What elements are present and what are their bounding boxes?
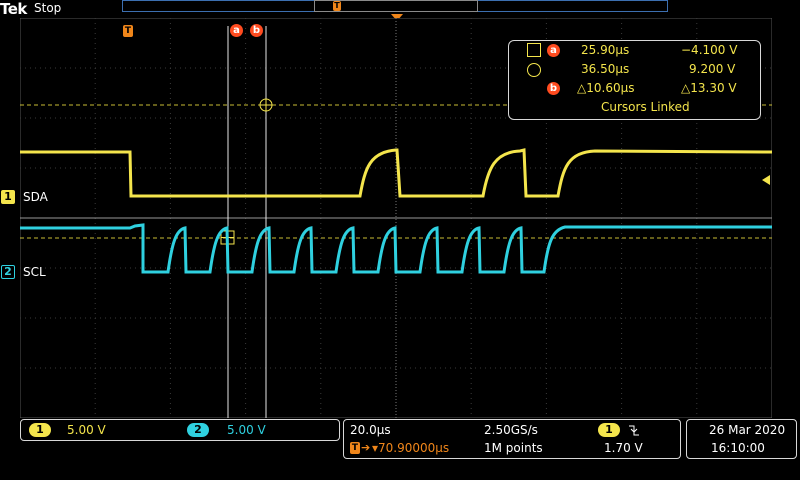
trigger-position-icon: T	[350, 442, 360, 454]
trigger-source-tag[interactable]: 1	[598, 423, 620, 437]
date: 26 Mar 2020	[709, 423, 786, 437]
falling-edge-icon	[629, 425, 639, 436]
timebase-trigger-panel: 20.0µs 2.50GS/s T ➔ ▾70.90000µs 1M point…	[343, 419, 681, 459]
circle-cursor-icon	[527, 63, 541, 77]
cursor-a-time: 25.90µs	[581, 43, 630, 57]
cursor-b-readout-badge: b	[547, 82, 560, 95]
brand-logo: Tek	[0, 0, 27, 18]
ch2-scale-tag[interactable]: 2	[187, 423, 209, 437]
sample-rate: 2.50GS/s	[484, 423, 538, 437]
ch2-ground-marker[interactable]: 2	[1, 265, 15, 279]
record-trigger-marker-icon: T	[333, 1, 341, 11]
cursor-a-readout-badge: a	[547, 44, 560, 57]
vertical-scale-panel: 1 5.00 V 2 5.00 V	[20, 419, 340, 441]
ch2-scale[interactable]: 5.00 V	[227, 423, 266, 437]
cursor-b-badge[interactable]: b	[250, 24, 263, 37]
record-length: 1M points	[484, 441, 543, 455]
trigger-position[interactable]: ▾70.90000µs	[372, 441, 449, 455]
cursors-linked-status: Cursors Linked	[601, 100, 690, 114]
acquisition-status: Stop	[34, 1, 62, 15]
time-per-division[interactable]: 20.0µs	[350, 423, 391, 437]
datetime-panel: 26 Mar 2020 16:10:00	[686, 419, 797, 459]
cursor-b-voltage: 9.200 V	[689, 62, 736, 76]
cursor-a-badge[interactable]: a	[230, 24, 243, 37]
cursor-b-time: 36.50µs	[581, 62, 630, 76]
ch1-label: SDA	[23, 190, 48, 204]
ch1-scale[interactable]: 5.00 V	[67, 423, 106, 437]
cursor-a-voltage: −4.100 V	[681, 43, 738, 57]
cursor-readout-panel: a 25.90µs −4.100 V 36.50µs 9.200 V b △10…	[508, 40, 761, 120]
delta-voltage: △13.30 V	[681, 81, 737, 95]
trigger-arrow-icon: ➔	[361, 441, 371, 454]
time: 16:10:00	[711, 441, 765, 455]
trigger-marker-icon: T	[123, 25, 133, 37]
trigger-level-arrow-icon[interactable]	[760, 175, 770, 185]
trigger-level[interactable]: 1.70 V	[604, 441, 643, 455]
ch1-scale-tag[interactable]: 1	[29, 423, 51, 437]
square-cursor-icon	[527, 43, 541, 57]
ch2-label: SCL	[23, 265, 46, 279]
delta-time: △10.60µs	[577, 81, 635, 95]
ch1-ground-marker[interactable]: 1	[1, 190, 15, 204]
